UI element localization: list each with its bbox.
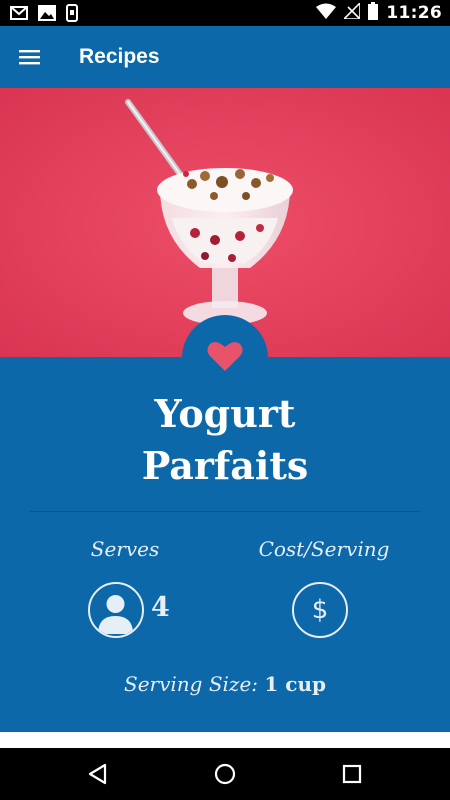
recipe-title-line-2: Parfaits [141,443,309,488]
content-below-panel [0,732,450,748]
serves-value: 4 [151,592,170,623]
recents-icon[interactable] [340,762,364,786]
serving-size-value: 1 cup [264,672,326,696]
back-icon[interactable] [86,762,110,786]
cost-per-serving-label: Cost/Serving [258,537,390,561]
serves-label: Serves [90,537,160,561]
status-time: 11:26 [386,3,442,23]
gmail-icon [10,6,28,25]
status-bar: 11:26 [0,0,450,26]
no-signal-icon [342,0,362,24]
serving-size-label: Serving Size: [124,672,259,696]
heart-icon [207,342,243,371]
person-icon [88,582,144,638]
divider [30,511,420,512]
serving-size: Serving Size: 1 cup [0,672,450,696]
home-icon[interactable] [213,762,237,786]
hamburger-menu-icon[interactable] [18,45,42,69]
app-bar: Recipes [0,26,450,88]
cost-symbol: $ [311,595,329,625]
system-nav-bar [0,748,450,800]
app-title: Recipes [79,45,160,68]
photos-icon [38,5,56,26]
recipe-title-line-1: Yogurt [154,391,296,436]
wifi-icon [316,3,337,24]
app-notification-icon [66,4,78,27]
dollar-icon: $ [292,582,348,638]
status-right-icons: 11:26 [316,0,442,25]
status-left-icons [10,4,78,27]
recipe-title: Yogurt Parfaits [0,388,450,492]
battery-icon [368,1,379,25]
